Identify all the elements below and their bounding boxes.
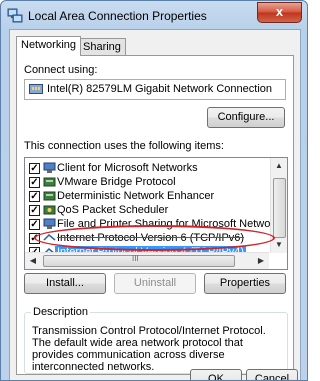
connect-using-label: Connect using: xyxy=(24,64,98,76)
thumb-grip: III xyxy=(132,254,139,263)
item-checkbox[interactable]: ✓ xyxy=(29,205,40,216)
list-item[interactable]: ✓ VMware Bridge Protocol xyxy=(25,176,269,189)
scroll-left-arrow-icon[interactable]: ◀ xyxy=(25,253,41,269)
uninstall-button[interactable]: Uninstall xyxy=(114,273,196,294)
close-button[interactable]: x xyxy=(257,2,302,23)
item-label: File and Printer Sharing for Microsoft N… xyxy=(57,218,286,230)
ok-button[interactable]: OK xyxy=(190,369,242,380)
horizontal-scroll-thumb[interactable]: III xyxy=(43,254,235,267)
item-checkbox[interactable]: ✓ xyxy=(29,191,40,202)
list-item[interactable]: ✓ File and Printer Sharing for Microsoft… xyxy=(25,218,285,231)
scroll-right-arrow-icon[interactable]: ▶ xyxy=(253,253,269,269)
properties-dialog: Local Area Connection Properties x Netwo… xyxy=(0,0,308,381)
item-checkbox[interactable]: ✓ xyxy=(29,163,40,174)
vertical-scrollbar[interactable]: ▲ ▼ xyxy=(270,158,287,253)
protocol-icon xyxy=(43,177,56,187)
scroll-up-arrow-icon[interactable]: ▲ xyxy=(271,158,287,174)
install-button[interactable]: Install... xyxy=(24,273,106,294)
item-label: QoS Packet Scheduler xyxy=(57,204,169,216)
list-item[interactable]: ✓ QoS Packet Scheduler xyxy=(25,204,269,217)
scroll-down-arrow-icon[interactable]: ▼ xyxy=(271,237,287,253)
tab-networking[interactable]: Networking xyxy=(16,36,82,56)
item-label: Deterministic Network Enhancer xyxy=(57,190,215,202)
tab-sharing[interactable]: Sharing xyxy=(78,38,126,55)
network-client-icon xyxy=(43,162,56,173)
title-bar[interactable]: Local Area Connection Properties x xyxy=(1,1,307,29)
network-connection-icon xyxy=(7,8,23,23)
list-item[interactable]: ✓ Internet Protocol Version 6 (TCP/IPv6) xyxy=(25,232,269,245)
description-group: Description Transmission Control Protoco… xyxy=(24,306,288,374)
list-item[interactable]: ✓ Deterministic Network Enhancer xyxy=(25,190,269,203)
configure-button[interactable]: Configure... xyxy=(207,107,285,128)
description-text: Transmission Control Protocol/Internet P… xyxy=(32,325,266,373)
items-label: This connection uses the following items… xyxy=(24,140,224,152)
item-label: Client for Microsoft Networks xyxy=(57,162,198,174)
protocol-icon xyxy=(43,233,56,241)
item-checkbox[interactable]: ✓ xyxy=(29,177,40,188)
item-label: Internet Protocol Version 6 (TCP/IPv6) xyxy=(57,232,245,244)
list-item[interactable]: ✓ Client for Microsoft Networks xyxy=(25,162,269,175)
cancel-button[interactable]: Cancel xyxy=(246,369,298,380)
item-checkbox[interactable]: ✓ xyxy=(29,233,40,244)
description-title: Description xyxy=(31,306,91,318)
networking-panel: Connect using: Intel(R) 82579LM Gigabit … xyxy=(16,55,294,375)
protocol-icon xyxy=(43,191,56,201)
adapter-field: Intel(R) 82579LM Gigabit Network Connect… xyxy=(24,79,286,100)
horizontal-scrollbar[interactable]: ◀ III ▶ xyxy=(25,252,269,269)
window-title: Local Area Connection Properties xyxy=(28,9,207,23)
adapter-name: Intel(R) 82579LM Gigabit Network Connect… xyxy=(47,83,273,95)
item-label: VMware Bridge Protocol xyxy=(57,176,176,188)
dialog-body: Networking Sharing Connect using: Intel(… xyxy=(9,29,301,380)
scheduler-icon xyxy=(43,205,56,215)
properties-button[interactable]: Properties xyxy=(204,273,286,294)
network-adapter-icon xyxy=(29,84,43,94)
item-checkbox[interactable]: ✓ xyxy=(29,219,40,230)
components-list[interactable]: ✓ Client for Microsoft Networks ✓ VMware… xyxy=(24,157,288,270)
vertical-scroll-thumb[interactable] xyxy=(273,178,286,238)
network-client-icon xyxy=(43,218,56,229)
